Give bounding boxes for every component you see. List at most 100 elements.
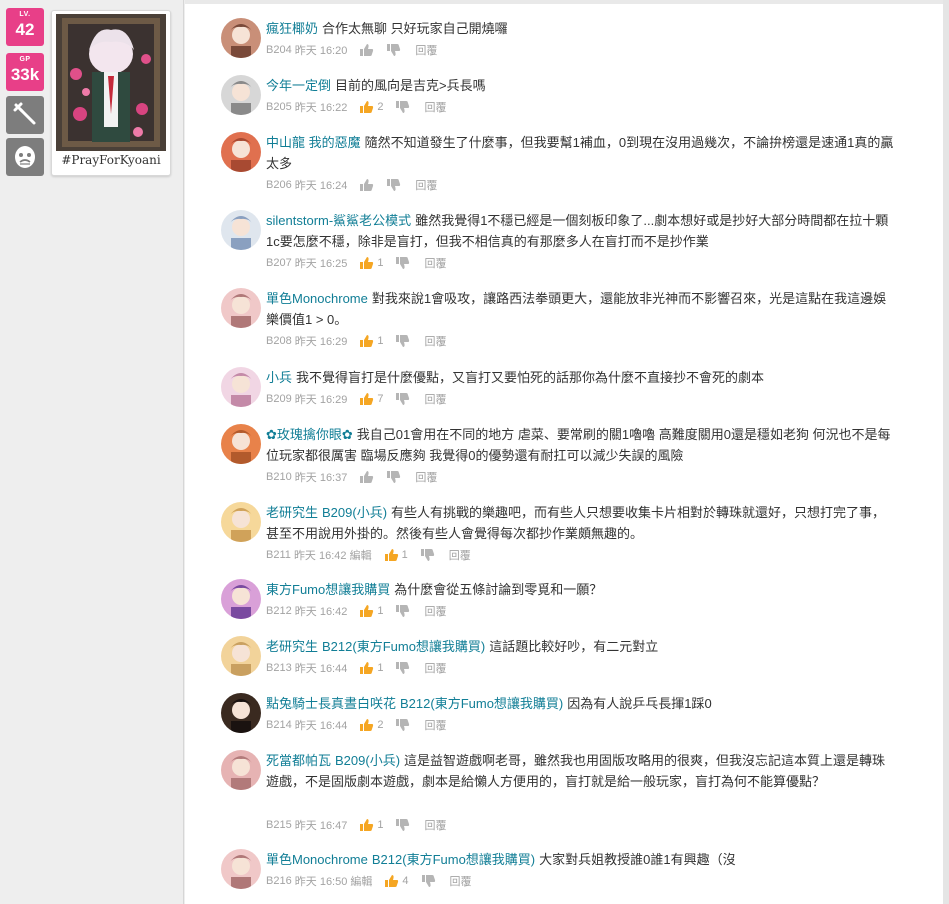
thumbs-up-icon[interactable] — [359, 818, 374, 832]
user-avatar[interactable] — [221, 75, 261, 115]
thumbs-up-icon[interactable] — [359, 178, 374, 192]
mask-icon[interactable] — [6, 138, 44, 176]
reply-button[interactable]: 回覆 — [424, 717, 446, 733]
user-avatar[interactable] — [221, 288, 261, 328]
thumbs-down-icon[interactable] — [395, 256, 410, 270]
floor-number: B215 — [266, 819, 292, 831]
floor-number: B214 — [266, 719, 292, 731]
thumbs-down-icon[interactable] — [395, 334, 410, 348]
reply-button[interactable]: 回覆 — [424, 99, 446, 115]
thumbs-up-icon[interactable] — [359, 470, 374, 484]
comment-author-link[interactable]: 老研究生 — [266, 639, 318, 654]
reply-button[interactable]: 回覆 — [450, 873, 472, 889]
like-count: 1 — [401, 549, 408, 561]
reply-button[interactable]: 回覆 — [424, 391, 446, 407]
thumbs-up-icon[interactable] — [359, 334, 374, 348]
comment-author-link[interactable]: 小兵 — [266, 370, 292, 385]
comment-text: 這話題比較好吵，有二元對立 — [489, 639, 659, 654]
user-avatar[interactable] — [221, 18, 261, 58]
top-divider — [185, 0, 949, 4]
level-badge[interactable]: LV. 42 — [6, 8, 44, 46]
thumbs-up-icon[interactable] — [359, 100, 374, 114]
thumbs-up-icon[interactable] — [384, 548, 399, 562]
thumbs-down-icon[interactable] — [420, 548, 435, 562]
thumbs-up-icon[interactable] — [384, 874, 399, 888]
reply-button[interactable]: 回覆 — [424, 255, 446, 271]
reply-to-link[interactable]: B212(東方Fumo想讓我購買) — [322, 639, 485, 654]
thumbs-down-icon[interactable] — [386, 43, 401, 57]
like-count: 2 — [377, 101, 384, 113]
comment-author-link[interactable]: 老研究生 — [266, 505, 318, 520]
user-avatar[interactable] — [221, 502, 261, 542]
comment-author-link[interactable]: 中山龍 我的惡魔 — [266, 135, 361, 150]
card-caption: #PrayForKyoani — [61, 153, 161, 167]
user-avatar[interactable] — [221, 132, 261, 172]
reply-button[interactable]: 回覆 — [415, 469, 437, 485]
comment-meta: B210 昨天 16:37 回覆 — [266, 469, 437, 487]
thumbs-down-icon[interactable] — [395, 392, 410, 406]
user-avatar[interactable] — [221, 750, 261, 790]
user-avatar[interactable] — [221, 424, 261, 464]
reply-button[interactable]: 回覆 — [449, 547, 471, 563]
thumbs-down-icon[interactable] — [395, 818, 410, 832]
reply-button[interactable]: 回覆 — [415, 177, 437, 193]
thumbs-up-icon[interactable] — [359, 604, 374, 618]
comment-body: 今年一定倒 目前的風向是吉克>兵長嗎 — [266, 75, 896, 96]
reply-button[interactable]: 回覆 — [415, 42, 437, 58]
thumbs-down-icon[interactable] — [386, 178, 401, 192]
user-avatar[interactable] — [221, 849, 261, 889]
reply-button[interactable]: 回覆 — [424, 660, 446, 676]
comment-author-link[interactable]: 點兔騎士長真晝白咲花 — [266, 696, 396, 711]
thumbs-up-icon[interactable] — [359, 718, 374, 732]
comment-time: 昨天 16:29 — [294, 336, 348, 348]
reply-to-link[interactable]: B209(小兵) — [335, 753, 400, 768]
comment-author-link[interactable]: 單色Monochrome — [266, 852, 368, 867]
comment-author-link[interactable]: 死當都帕瓦 — [266, 753, 331, 768]
thumbs-up-icon[interactable] — [359, 661, 374, 675]
reply-to-link[interactable]: B212(東方Fumo想讓我購買) — [400, 696, 563, 711]
comment-body: 老研究生 B209(小兵) 有些人有挑戰的樂趣吧，而有些人只想要收集卡片相對於轉珠就… — [266, 502, 896, 544]
thumbs-down-icon[interactable] — [395, 100, 410, 114]
comment-author-link[interactable]: 東方Fumo想讓我購買 — [266, 582, 390, 597]
comment-time: 昨天 16:29 — [294, 394, 348, 406]
thumbs-up-icon[interactable] — [359, 256, 374, 270]
thumbs-down-icon[interactable] — [395, 718, 410, 732]
comment-body: 小兵 我不覺得盲打是什麼優點，又盲打又要怕死的話那你為什麼不直接抄不會死的劇本 — [266, 367, 896, 388]
comment-author-link[interactable]: 瘋狂椰奶 — [266, 21, 318, 36]
avatar-card[interactable]: #PrayForKyoani — [51, 10, 171, 176]
comment-author-link[interactable]: 今年一定倒 — [266, 78, 331, 93]
comment-body: silentstorm-鯊鯊老公模式 雖然我覺得1不穩已經是一個刻板印象了...劇… — [266, 210, 896, 252]
reply-to-link[interactable]: B209(小兵) — [322, 505, 387, 520]
gp-badge[interactable]: GP 33k — [6, 53, 44, 91]
wrench-icon[interactable] — [6, 96, 44, 134]
floor-number: B208 — [266, 335, 292, 347]
comment-meta: B207 昨天 16:25 1 回覆 — [266, 255, 446, 273]
comment-body: 單色Monochrome B212(東方Fumo想讓我購買) 大家對兵姐教授誰0誰1… — [266, 849, 896, 870]
comment-author-link[interactable]: silentstorm-鯊鯊老公模式 — [266, 213, 411, 228]
like-count: 1 — [377, 335, 384, 347]
comment-author-link[interactable]: ✿玫瑰擒你眼✿ — [266, 427, 353, 442]
comment-list: 瘋狂椰奶 合作太無聊 只好玩家自己開燒囉 B204 昨天 16:20 回覆 今年一定倒目… — [185, 0, 949, 904]
thumbs-down-icon[interactable] — [395, 604, 410, 618]
user-avatar[interactable] — [221, 367, 261, 407]
edited-label: 編輯 — [349, 550, 372, 562]
comment-author-link[interactable]: 單色Monochrome — [266, 291, 368, 306]
user-avatar[interactable] — [221, 693, 261, 733]
user-avatar[interactable] — [221, 636, 261, 676]
reply-button[interactable]: 回覆 — [424, 603, 446, 619]
reply-button[interactable]: 回覆 — [424, 817, 446, 833]
thumbs-down-icon[interactable] — [395, 661, 410, 675]
thumbs-down-icon[interactable] — [421, 874, 436, 888]
floor-number: B216 — [266, 875, 292, 887]
user-avatar[interactable] — [221, 579, 261, 619]
thumbs-up-icon[interactable] — [359, 392, 374, 406]
reply-to-link[interactable]: B212(東方Fumo想讓我購買) — [372, 852, 535, 867]
user-avatar[interactable] — [221, 210, 261, 250]
thumbs-up-icon[interactable] — [359, 43, 374, 57]
thumbs-down-icon[interactable] — [386, 470, 401, 484]
floor-number: B211 — [266, 549, 291, 561]
comment-meta: B204 昨天 16:20 回覆 — [266, 42, 437, 60]
comment-time: 昨天 16:24 — [294, 180, 348, 192]
reply-button[interactable]: 回覆 — [424, 333, 446, 349]
comment-body: ✿玫瑰擒你眼✿ 我自己01會用在不同的地方 虐菜、要常刷的關1嚕嚕 高難度關用0還… — [266, 424, 896, 466]
